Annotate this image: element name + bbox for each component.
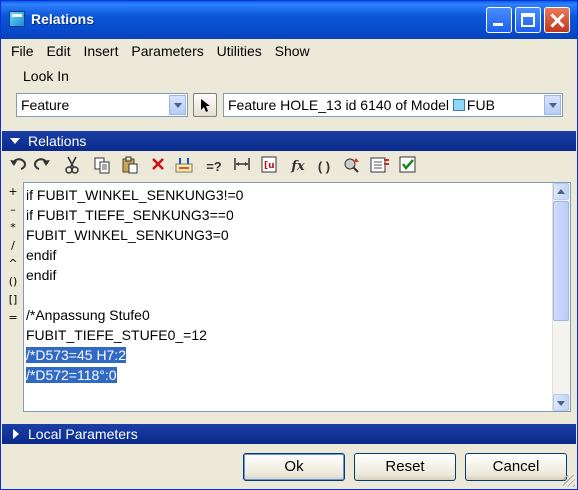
code-line-selected: /*D572=118°:0 <box>26 367 117 383</box>
code-line: FUBIT_WINKEL_SENKUNG3=0 <box>26 227 229 243</box>
menu-edit[interactable]: Edit <box>46 43 70 59</box>
menu-file[interactable]: File <box>11 43 34 59</box>
units-icon[interactable]: [u <box>259 156 281 178</box>
relations-text[interactable]: if FUBIT_WINKEL_SENKUNG3!=0 if FUBIT_TIE… <box>26 185 243 385</box>
expand-triangle-icon <box>13 429 19 439</box>
scroll-up-arrow-icon[interactable] <box>553 183 569 200</box>
menu-bar: File Edit Insert Parameters Utilities Sh… <box>11 43 319 61</box>
menu-show[interactable]: Show <box>275 43 310 59</box>
title-bar[interactable]: Relations <box>1 1 577 39</box>
operator-plus[interactable]: + <box>6 183 20 201</box>
relations-window: Relations File Edit Insert Parameters Ut… <box>0 0 578 490</box>
cut-icon[interactable] <box>61 156 83 178</box>
reset-button[interactable]: Reset <box>354 453 456 481</box>
look-in-model-value: Feature HOLE_13 id 6140 of Model <box>228 97 450 113</box>
relations-section-title: Relations <box>28 133 87 149</box>
vertical-scrollbar[interactable] <box>552 183 570 411</box>
collapse-triangle-icon <box>10 138 20 144</box>
scroll-down-arrow-icon[interactable] <box>553 394 569 411</box>
code-line: /*Anpassung Stufe0 <box>26 307 150 323</box>
operator-equals[interactable]: = <box>6 309 20 327</box>
menu-insert[interactable]: Insert <box>83 43 118 59</box>
menu-utilities[interactable]: Utilities <box>217 43 262 59</box>
insert-dimension-icon[interactable] <box>231 156 253 178</box>
minimize-button[interactable] <box>486 7 512 33</box>
operator-parentheses[interactable]: () <box>6 273 20 291</box>
switch-dimensions-icon[interactable] <box>173 156 195 178</box>
local-parameters-title: Local Parameters <box>28 426 138 442</box>
relations-toolbar: =? [u fx ( ) <box>7 156 427 178</box>
operator-minus[interactable]: – <box>6 201 20 219</box>
look-in-model-select[interactable]: Feature HOLE_13 id 6140 of Model FUB <box>223 93 563 117</box>
resize-grip[interactable] <box>563 475 575 487</box>
operator-multiply[interactable]: * <box>6 219 20 237</box>
ok-button[interactable]: Ok <box>243 453 345 481</box>
code-line-selected: /*D573=45 H7:2 <box>26 347 127 363</box>
look-in-type-value: Feature <box>21 97 70 113</box>
scroll-thumb[interactable] <box>553 201 569 321</box>
cursor-arrow-icon <box>201 99 210 112</box>
relation-list-icon[interactable] <box>369 156 391 178</box>
verify-icon[interactable] <box>397 156 419 178</box>
window-title: Relations <box>31 11 95 27</box>
svg-text:[u: [u <box>264 161 275 171</box>
sort-relations-icon[interactable] <box>341 156 363 178</box>
local-parameters-section-header[interactable]: Local Parameters <box>2 424 576 444</box>
cancel-button[interactable]: Cancel <box>465 453 567 481</box>
chevron-down-icon[interactable] <box>169 95 186 115</box>
code-line: endif <box>26 247 57 263</box>
code-line: FUBIT_TIEFE_STUFE0_=12 <box>26 327 207 343</box>
evaluate-icon[interactable]: =? <box>203 156 225 178</box>
look-in-type-select[interactable]: Feature <box>16 93 188 117</box>
delete-icon[interactable] <box>147 156 169 178</box>
close-button[interactable] <box>544 7 570 33</box>
operator-palette: + – * / ^ () [] = <box>6 183 20 327</box>
copy-icon[interactable] <box>91 156 113 178</box>
look-in-label: Look In <box>23 68 69 84</box>
look-in-model-suffix: FUB <box>466 97 495 113</box>
relations-editor[interactable]: if FUBIT_WINKEL_SENKUNG3!=0 if FUBIT_TIE… <box>23 182 571 412</box>
code-line: endif <box>26 267 57 283</box>
chevron-down-icon[interactable] <box>544 95 561 115</box>
menu-parameters[interactable]: Parameters <box>131 43 203 59</box>
operator-divide[interactable]: / <box>6 237 20 255</box>
paste-icon[interactable] <box>119 156 141 178</box>
part-icon <box>452 99 465 111</box>
code-line: if FUBIT_WINKEL_SENKUNG3!=0 <box>26 187 244 203</box>
select-pointer-button[interactable] <box>193 93 217 117</box>
relations-section-header[interactable]: Relations <box>2 131 576 151</box>
operator-power[interactable]: ^ <box>6 255 20 273</box>
app-icon <box>9 11 25 27</box>
undo-icon[interactable] <box>7 156 29 178</box>
maximize-button[interactable] <box>515 7 541 33</box>
code-line: if FUBIT_TIEFE_SENKUNG3==0 <box>26 207 234 223</box>
operator-brackets[interactable]: [] <box>6 291 20 309</box>
brackets-icon[interactable]: ( ) <box>313 156 335 178</box>
redo-icon[interactable] <box>31 156 53 178</box>
function-icon[interactable]: fx <box>287 156 309 178</box>
